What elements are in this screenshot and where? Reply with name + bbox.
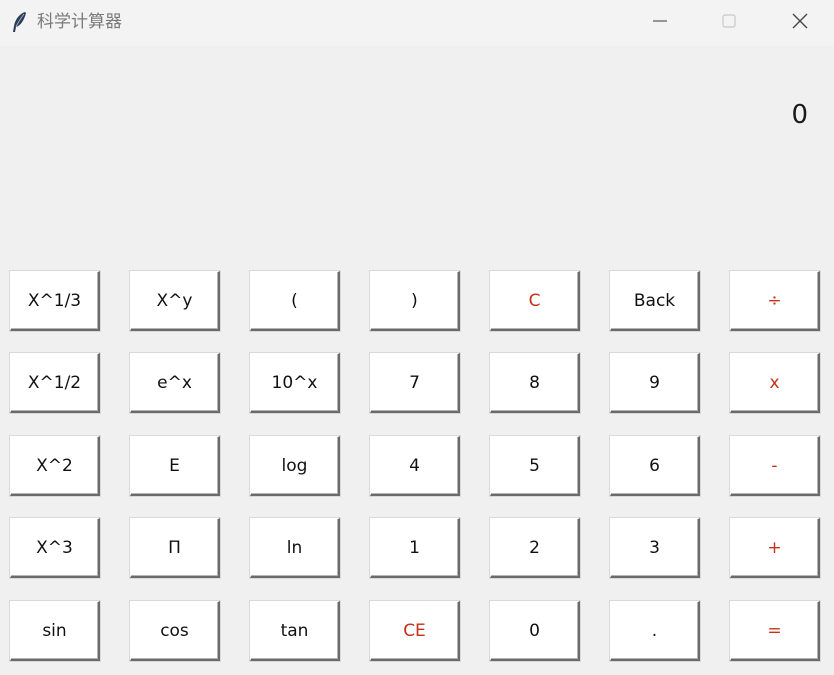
cos-button[interactable]: cos	[130, 601, 220, 661]
power-button[interactable]: X^y	[130, 271, 220, 331]
clear-entry-button[interactable]: CE	[370, 601, 460, 661]
digit-4-button[interactable]: 4	[370, 436, 460, 496]
backspace-button[interactable]: Back	[610, 271, 700, 331]
window-title: 科学计算器	[37, 12, 122, 32]
minimize-button[interactable]	[637, 0, 683, 46]
close-icon	[791, 12, 809, 34]
digit-7-button[interactable]: 7	[370, 353, 460, 413]
ten-power-button[interactable]: 10^x	[250, 353, 340, 413]
decimal-point-button[interactable]: .	[610, 601, 700, 661]
feather-icon	[10, 11, 28, 33]
maximize-button[interactable]	[706, 0, 752, 46]
ln-button[interactable]: ln	[250, 518, 340, 578]
tan-button[interactable]: tan	[250, 601, 340, 661]
digit-5-button[interactable]: 5	[490, 436, 580, 496]
digit-9-button[interactable]: 9	[610, 353, 700, 413]
open-paren-button[interactable]: (	[250, 271, 340, 331]
calculator-window: 科学计算器 0 X^1/3 X^y ( ) C Back ÷ X^1/2 e^x…	[0, 0, 834, 675]
equals-button[interactable]: =	[730, 601, 820, 661]
digit-8-button[interactable]: 8	[490, 353, 580, 413]
digit-1-button[interactable]: 1	[370, 518, 460, 578]
multiply-button[interactable]: x	[730, 353, 820, 413]
close-paren-button[interactable]: )	[370, 271, 460, 331]
divide-button[interactable]: ÷	[730, 271, 820, 331]
maximize-icon	[721, 13, 737, 33]
add-button[interactable]: +	[730, 518, 820, 578]
title-bar: 科学计算器	[0, 0, 834, 46]
sin-button[interactable]: sin	[10, 601, 100, 661]
digit-2-button[interactable]: 2	[490, 518, 580, 578]
square-button[interactable]: X^2	[10, 436, 100, 496]
exp-button[interactable]: e^x	[130, 353, 220, 413]
cube-button[interactable]: X^3	[10, 518, 100, 578]
digit-6-button[interactable]: 6	[610, 436, 700, 496]
digit-0-button[interactable]: 0	[490, 601, 580, 661]
clear-button[interactable]: C	[490, 271, 580, 331]
euler-button[interactable]: E	[130, 436, 220, 496]
minimize-icon	[652, 13, 668, 33]
log-button[interactable]: log	[250, 436, 340, 496]
cube-root-button[interactable]: X^1/3	[10, 271, 100, 331]
digit-3-button[interactable]: 3	[610, 518, 700, 578]
pi-button[interactable]: Π	[130, 518, 220, 578]
result-display: 0	[791, 100, 808, 130]
close-button[interactable]	[777, 0, 823, 46]
subtract-button[interactable]: -	[730, 436, 820, 496]
square-root-button[interactable]: X^1/2	[10, 353, 100, 413]
